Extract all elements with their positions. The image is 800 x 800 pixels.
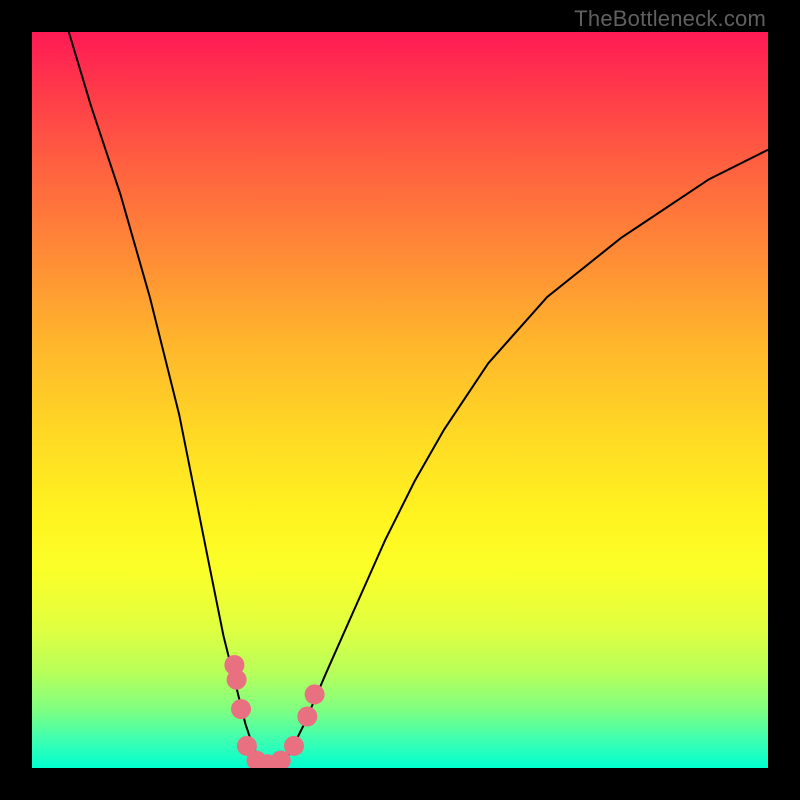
chart-frame: TheBottleneck.com: [0, 0, 800, 800]
attribution-label: TheBottleneck.com: [574, 6, 766, 32]
chart-svg: [32, 32, 768, 768]
bottleneck-curve: [69, 32, 768, 768]
data-marker: [297, 707, 317, 727]
data-markers: [224, 655, 324, 768]
data-marker: [305, 684, 325, 704]
data-marker: [284, 736, 304, 756]
data-marker: [227, 670, 247, 690]
data-marker: [231, 699, 251, 719]
